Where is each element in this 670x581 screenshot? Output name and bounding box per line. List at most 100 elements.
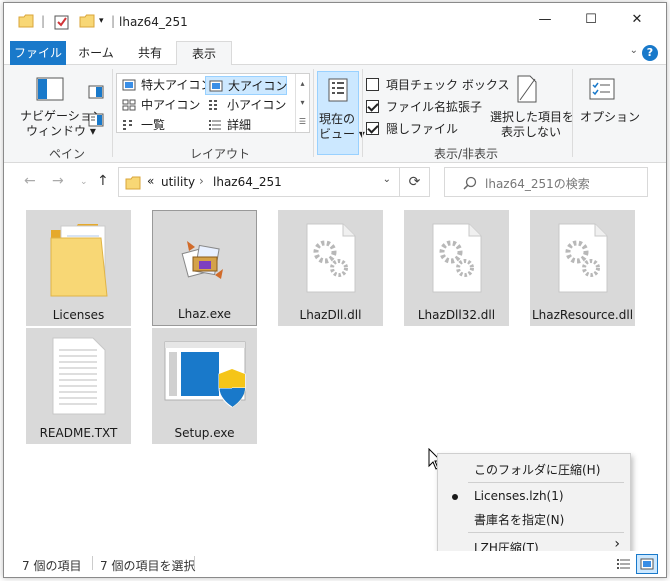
setup-icon: [152, 328, 257, 424]
dll-icon: [404, 210, 509, 306]
ribbon-tabs: ファイル ホーム 共有 表示 ⌄ ?: [4, 41, 666, 157]
search-placeholder[interactable]: lhaz64_251の検索: [485, 175, 590, 192]
status-separator: [92, 556, 93, 570]
large-icons-view-toggle[interactable]: [636, 554, 658, 574]
new-folder-icon[interactable]: [79, 14, 95, 28]
large-icons-toggle-icon: [640, 558, 654, 570]
pane-group-label: ペイン: [49, 147, 86, 161]
file-name: README.TXT: [39, 426, 118, 440]
tab-home[interactable]: ホーム: [68, 41, 124, 65]
item-count: 7 個の項目: [22, 559, 82, 573]
file-item-lhazresource-dll[interactable]: LhazResource.dll: [530, 210, 635, 326]
layout-scroll[interactable]: ▴ ▾ ☰: [295, 74, 309, 132]
ribbon-separator: [313, 69, 314, 157]
minimize-button[interactable]: —: [522, 3, 568, 35]
recent-locations-icon[interactable]: ⌄: [80, 177, 88, 187]
text-file-icon: [26, 328, 131, 424]
preview-pane-icon[interactable]: [88, 85, 104, 99]
details-view-icon: [209, 120, 221, 130]
file-item-licenses[interactable]: Licenses: [26, 210, 131, 326]
maximize-button[interactable]: ☐: [568, 3, 614, 35]
explorer-window: | ▾ | lhaz64_251 — ☐ ✕ ファイル ホーム 共有 表示 ⌄ …: [3, 2, 667, 578]
title-separator: |: [111, 14, 116, 28]
file-name: LhazDll32.dll: [417, 308, 496, 322]
status-separator: [194, 556, 195, 570]
ribbon-view: ナビゲーション ウィンドウ ▾ ペイン 特大アイコン 大アイコン 中アイコン 小…: [4, 65, 666, 163]
layout-list[interactable]: 一覧: [119, 116, 201, 135]
collapse-ribbon-icon[interactable]: ⌄: [630, 45, 638, 56]
file-extensions-label[interactable]: ファイル名拡張子: [386, 98, 482, 115]
layout-small-icons[interactable]: 小アイコン: [205, 96, 287, 115]
layout-gallery: 特大アイコン 大アイコン 中アイコン 小アイコン 一覧 詳細 ▴ ▾ ☰: [116, 73, 310, 133]
breadcrumb-item-current[interactable]: lhaz64_251: [213, 175, 282, 189]
file-item-lhazdll32-dll[interactable]: LhazDll32.dll: [404, 210, 509, 326]
layout-details[interactable]: 詳細: [205, 116, 287, 135]
file-name: LhazDll.dll: [299, 308, 362, 322]
layout-group-label: レイアウト: [190, 147, 251, 161]
options-button[interactable]: オプション: [580, 108, 640, 125]
selected-count: 7 個の項目を選択: [100, 559, 196, 573]
list-view-icon: [123, 120, 132, 130]
hide-selected-label-2[interactable]: 表示しない: [501, 123, 561, 140]
breadcrumb-chevron-icon[interactable]: ›: [199, 174, 204, 188]
folder-icon: [18, 14, 34, 28]
breadcrumb-item-utility[interactable]: utility: [161, 175, 195, 189]
file-item-setup-exe[interactable]: Setup.exe: [152, 328, 257, 444]
forward-button[interactable]: →: [52, 173, 64, 189]
item-checkboxes-label[interactable]: 項目チェック ボックス: [386, 76, 509, 93]
medium-icons-icon: [122, 99, 136, 111]
menu-item-licenses-lzh[interactable]: Licenses.lzh(1): [474, 489, 564, 503]
current-view-button[interactable]: 現在の ビュー ▾: [317, 71, 365, 155]
search-icon: [463, 176, 477, 190]
file-item-readme-txt[interactable]: README.TXT: [26, 328, 131, 444]
file-name: Licenses: [52, 308, 105, 322]
properties-icon[interactable]: [54, 14, 70, 30]
current-view-label-2: ビュー ▾: [319, 127, 365, 141]
up-button[interactable]: ↑: [97, 173, 109, 189]
menu-separator: [468, 532, 624, 533]
breadcrumb-overflow[interactable]: «: [147, 174, 154, 188]
file-name: Lhaz.exe: [177, 307, 232, 321]
file-item-lhaz-exe[interactable]: Lhaz.exe: [152, 210, 257, 326]
lhaz-app-icon: [153, 211, 256, 307]
quick-access-dropdown-icon[interactable]: ▾: [99, 16, 104, 26]
hide-selected-icon: [517, 75, 537, 103]
layout-medium-icons[interactable]: 中アイコン: [119, 96, 201, 115]
hidden-items-label[interactable]: 隠しファイル: [386, 120, 458, 137]
search-box[interactable]: lhaz64_251の検索: [444, 167, 648, 197]
address-bar[interactable]: « utility › lhaz64_251 ⌄: [118, 167, 400, 197]
file-name: LhazResource.dll: [531, 308, 634, 322]
large-icons-icon: [209, 80, 223, 92]
file-extensions-checkbox[interactable]: [366, 100, 379, 113]
menu-item-compress-here[interactable]: このフォルダに圧縮(H): [474, 461, 600, 478]
submenu-arrow-icon: ›: [614, 536, 620, 552]
show-hide-group-label: 表示/非表示: [434, 147, 499, 161]
tab-view[interactable]: 表示: [176, 41, 232, 66]
hidden-items-checkbox[interactable]: [366, 122, 379, 135]
ribbon-separator: [112, 69, 113, 157]
toolbar-separator: |: [41, 14, 46, 28]
radio-bullet-icon: [452, 494, 458, 500]
menu-item-specify-archive-name[interactable]: 書庫名を指定(N): [474, 511, 564, 528]
help-icon[interactable]: ?: [642, 45, 658, 61]
details-view-toggle-icon[interactable]: [616, 557, 632, 571]
file-item-lhazdll-dll[interactable]: LhazDll.dll: [278, 210, 383, 326]
details-pane-icon[interactable]: [88, 113, 104, 127]
navigation-pane-label-2[interactable]: ウィンドウ ▾: [26, 122, 96, 139]
address-dropdown-icon[interactable]: ⌄: [383, 174, 391, 185]
file-name: Setup.exe: [174, 426, 235, 440]
item-checkboxes-checkbox[interactable]: [366, 78, 379, 91]
close-button[interactable]: ✕: [614, 3, 660, 35]
refresh-button[interactable]: ⟳: [400, 167, 430, 197]
tab-share[interactable]: 共有: [124, 41, 176, 65]
ribbon-separator: [362, 69, 363, 157]
back-button[interactable]: ←: [24, 173, 36, 189]
layout-extra-large-icons[interactable]: 特大アイコン: [119, 76, 212, 95]
dll-icon: [530, 210, 635, 306]
ribbon-separator: [572, 69, 573, 157]
status-bar: 7 個の項目 7 個の項目を選択: [4, 551, 666, 577]
window-title: lhaz64_251: [119, 15, 188, 29]
layout-large-icons[interactable]: 大アイコン: [205, 76, 287, 95]
current-view-icon: [328, 78, 348, 102]
context-menu: このフォルダに圧縮(H) Licenses.lzh(1) 書庫名を指定(N) L…: [437, 453, 631, 561]
